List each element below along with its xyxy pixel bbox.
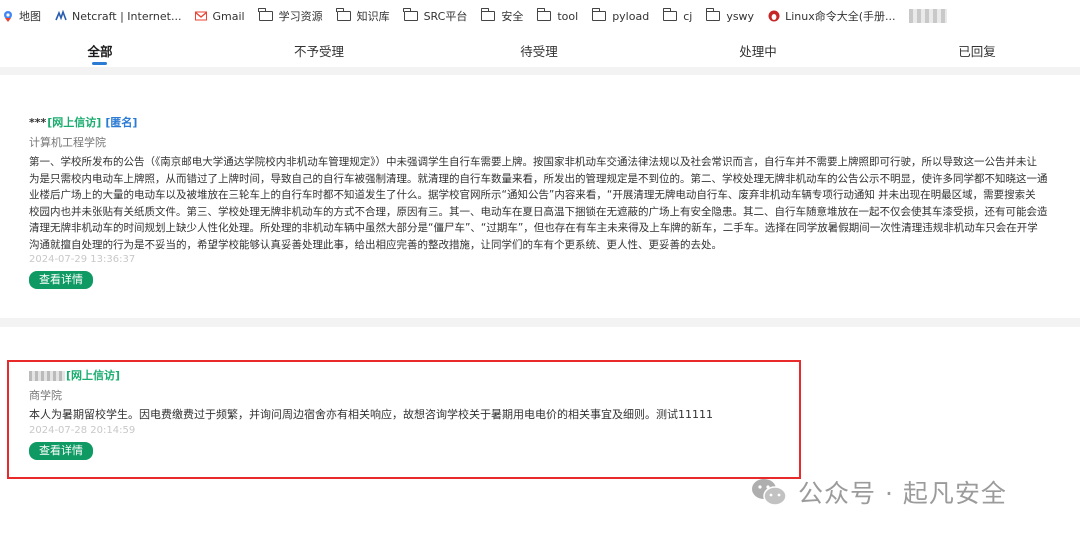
bookmark-folder-tool[interactable]: tool	[536, 8, 579, 23]
divider	[0, 318, 1080, 327]
post-date: 2024-07-29 13:36:37	[29, 254, 136, 265]
bookmark-label: pyload	[612, 9, 650, 23]
tab-rejected[interactable]: 不予受理	[294, 41, 344, 60]
tab-replied[interactable]: 已回复	[958, 41, 996, 60]
blurred-bookmark	[909, 9, 948, 23]
folder-icon	[480, 8, 496, 21]
anonymous-tag: [匿名]	[105, 116, 138, 129]
post-header: ***[网上信访] [匿名]	[29, 114, 1080, 130]
post-card: [网上信访] 商学院 本人为暑期留校学生。因电费缴费过于频繁，并询问周边宿舍亦有…	[29, 367, 1080, 460]
bookmark-label: Gmail	[212, 9, 245, 23]
watermark-text: 公众号 · 起凡安全	[798, 479, 1007, 508]
bookmark-label: Linux命令大全(手册...	[785, 10, 896, 23]
bookmark-label: SRC平台	[423, 10, 468, 23]
wechat-icon	[752, 479, 787, 506]
watermark: 公众号 · 起凡安全	[750, 474, 1007, 510]
bookmark-label: 安全	[501, 10, 524, 23]
post-content: 本人为暑期留校学生。因电费缴费过于频繁，并询问周边宿舍亦有相关响应，故想咨询学校…	[29, 407, 1080, 424]
bookmark-label: 知识库	[356, 10, 390, 23]
bookmark-linux[interactable]: Linux命令大全(手册...	[768, 8, 895, 24]
bookmark-folder-src[interactable]: SRC平台	[402, 8, 468, 24]
department: 计算机工程学院	[29, 136, 106, 149]
folder-icon	[257, 8, 273, 21]
post-date: 2024-07-28 20:14:59	[29, 424, 136, 436]
tab-pending[interactable]: 待受理	[520, 41, 558, 60]
bookmark-label: tool	[557, 9, 579, 23]
bookmark-folder-zhishiku[interactable]: 知识库	[335, 8, 390, 24]
blurred-poster-name	[29, 371, 65, 381]
department: 商学院	[29, 389, 62, 402]
folder-icon	[591, 8, 607, 21]
active-tab-indicator	[92, 62, 107, 65]
view-details-button[interactable]: 查看详情	[29, 271, 93, 289]
content-line: 校园内也并未张贴有关纸质文件。第三、学校处理无牌非机动车的方式不合理，原因有三。…	[29, 205, 1048, 218]
folder-icon	[705, 8, 721, 21]
content-line: 为是只需校内电动车上牌照，从而错过了上牌时间，导致自己的自行车被强制清理。就清理…	[29, 172, 1048, 185]
bookmark-folder-cj[interactable]: cj	[662, 8, 693, 23]
bookmark-folder-pyload[interactable]: pyload	[591, 8, 650, 23]
bookmark-folder-yswy[interactable]: yswy	[705, 8, 755, 23]
content-line: 第一、学校所发布的公告（《南京邮电大学通达学院校内非机动车管理规定》）中未强调学…	[29, 156, 1037, 168]
bookmark-label: yswy	[726, 9, 755, 23]
poster-name: ***	[29, 116, 47, 129]
post-content: 第一、学校所发布的公告（《南京邮电大学通达学院校内非机动车管理规定》）中未强调学…	[29, 154, 1080, 253]
gmail-icon	[195, 11, 208, 21]
folder-icon	[335, 8, 351, 21]
content-line: 业楼后广场上的大量的电动车以及被堆放在三轮车上的自行车时都不知道发生了什么。据学…	[29, 189, 1036, 201]
bookmark-folder-anquan[interactable]: 安全	[480, 8, 524, 24]
bookmark-label: 地图	[19, 10, 41, 23]
folder-icon	[402, 8, 418, 21]
filter-tabs: 全部 不予受理 待受理 处理中 已回复	[0, 32, 1080, 66]
content-line: 本人为暑期留校学生。因电费缴费过于频繁，并询问周边宿舍亦有相关响应，故想咨询学校…	[29, 408, 713, 421]
bookmark-label: 学习资源	[278, 10, 323, 23]
content-line: 沟通就擅自处理的行为是不妥当的，希望学校能够认真妥善处理此事，给出相应完善的整改…	[29, 238, 722, 251]
tab-processing[interactable]: 处理中	[739, 41, 777, 60]
divider	[0, 67, 1080, 75]
bookmarks-bar: 地图 Netcraft | Internet... Gmail 学习资源 知识库…	[0, 0, 1080, 33]
category-tag: [网上信访]	[47, 116, 102, 129]
bookmark-label: cj	[683, 9, 693, 23]
folder-icon	[536, 8, 552, 21]
folder-icon	[662, 8, 678, 21]
bookmark-map[interactable]: 地图	[2, 8, 41, 24]
view-details-button[interactable]: 查看详情	[29, 441, 93, 460]
category-tag: [网上信访]	[66, 369, 121, 382]
bookmark-gmail[interactable]: Gmail	[195, 9, 245, 23]
map-icon	[4, 11, 12, 22]
post-header: [网上信访]	[29, 367, 1080, 383]
tab-all[interactable]: 全部	[87, 41, 112, 60]
linux-icon	[768, 10, 780, 22]
content-line: 清理无牌非机动车的时间规划上缺少人性化处理。所处理的非机动车辆中虽然大部分是“僵…	[29, 222, 1038, 234]
bookmark-folder-xuexi[interactable]: 学习资源	[257, 8, 323, 24]
post-card: ***[网上信访] [匿名] 计算机工程学院 第一、学校所发布的公告（《南京邮电大…	[29, 114, 1080, 289]
bookmark-label: Netcraft | Internet...	[72, 9, 182, 23]
netcraft-icon	[55, 10, 67, 21]
bookmark-netcraft[interactable]: Netcraft | Internet...	[55, 10, 181, 23]
